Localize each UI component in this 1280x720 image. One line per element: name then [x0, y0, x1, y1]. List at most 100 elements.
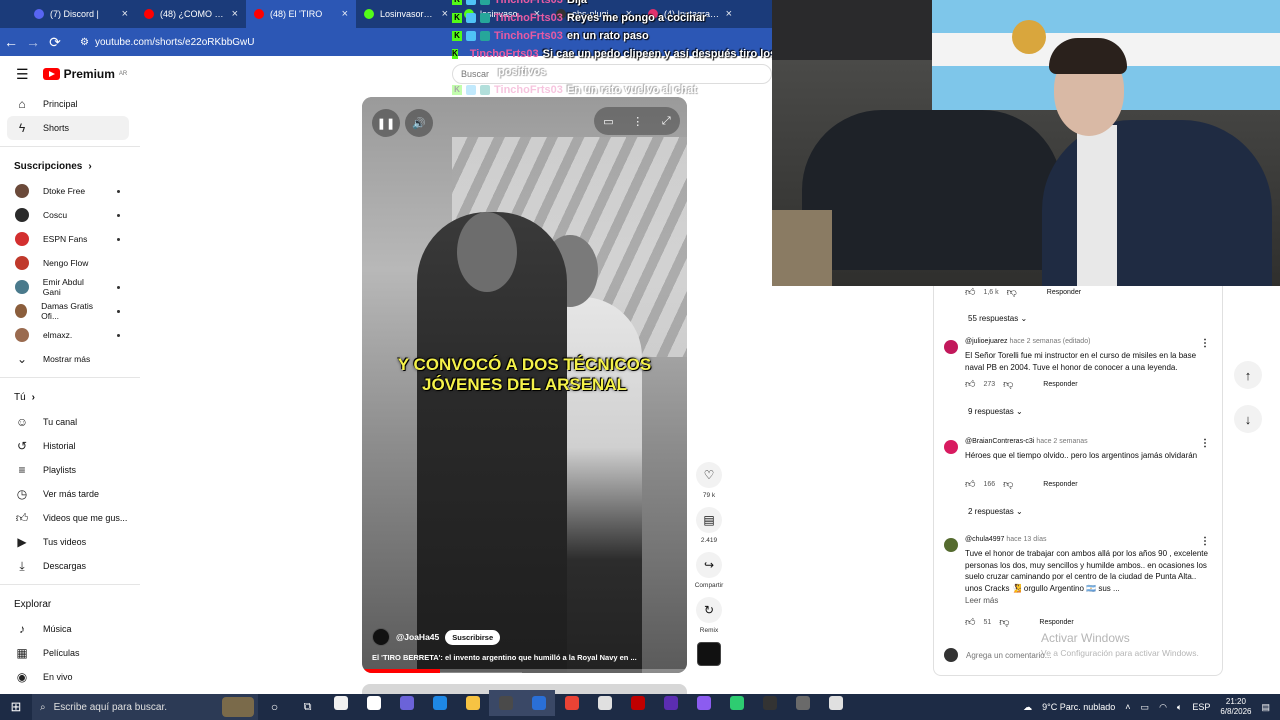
share-icon[interactable]: ↪ — [696, 552, 722, 578]
taskbar-app-icon[interactable] — [687, 690, 720, 716]
pause-button[interactable]: ❚❚ — [372, 109, 400, 137]
youtube-logo[interactable]: Premium AR — [42, 67, 127, 81]
subscription-item[interactable]: Emir Abdul Gani — [0, 275, 140, 299]
sidebar-item-descargas[interactable]: ⤓ Descargas — [0, 554, 132, 578]
comment-avatar[interactable] — [944, 440, 958, 454]
taskbar-search[interactable]: ⌕ Escribe aquí para buscar. — [32, 694, 258, 720]
thumbs-up-icon[interactable]: 👍︎ — [965, 378, 975, 390]
close-tab-icon[interactable]: × — [122, 8, 128, 20]
comment-author[interactable]: @julioejuarez — [965, 338, 1008, 345]
channel-avatar[interactable] — [372, 628, 390, 646]
read-more-link[interactable]: Leer más — [965, 596, 998, 605]
notifications-icon[interactable]: ▤ — [1261, 702, 1270, 713]
subscription-item[interactable]: ESPN Fans — [0, 227, 140, 251]
taskbar-app-icon[interactable] — [522, 690, 555, 716]
browser-tab[interactable]: Losinvasores Stre × — [356, 0, 456, 28]
chevron-up-icon[interactable]: ˄ — [1125, 702, 1130, 712]
network-icon[interactable]: ▭ — [1141, 702, 1150, 713]
sidebar-item-playlists[interactable]: ≡ Playlists — [0, 458, 132, 482]
remix-action[interactable]: ↻ Remix — [692, 597, 726, 634]
subscribe-button[interactable]: Suscribirse — [445, 629, 501, 645]
windows-start-icon[interactable]: ⊞ — [0, 699, 32, 715]
subscription-item[interactable]: Dtoke Free — [0, 179, 140, 203]
reply-button[interactable]: Responder — [1043, 481, 1077, 488]
clock[interactable]: 21:20 6/8/2026 — [1220, 697, 1251, 717]
reply-button[interactable]: Responder — [1043, 381, 1077, 388]
you-heading[interactable]: Tú › — [0, 384, 140, 410]
comment-action[interactable]: ▤ 2.419 — [692, 507, 726, 544]
sound-avatar[interactable] — [697, 642, 721, 666]
replies-toggle[interactable]: 9 respuestas ⌄ — [968, 407, 1023, 416]
arrow-down-icon[interactable]: ↓ — [1234, 405, 1262, 433]
sidebar-item-m-sica[interactable]: ♪ Música — [0, 617, 132, 641]
subscription-item[interactable]: Nengo Flow — [0, 251, 140, 275]
subscription-item[interactable]: Damas Gratis Ofi... — [0, 299, 140, 323]
close-tab-icon[interactable]: × — [232, 8, 238, 20]
taskbar-app-icon[interactable] — [357, 690, 390, 716]
taskbar-app-icon[interactable] — [423, 690, 456, 716]
reply-button[interactable]: Responder — [1047, 289, 1081, 296]
back-icon[interactable]: ← — [0, 34, 22, 50]
taskbar-app-icon[interactable] — [621, 690, 654, 716]
wifi-icon[interactable]: ◠ — [1159, 702, 1167, 713]
volume-icon[interactable]: 🔈︎ — [1177, 702, 1182, 713]
sidebar-item-principal[interactable]: ⌂ Principal — [0, 92, 132, 116]
thumbs-down-icon[interactable]: 👎︎ — [999, 616, 1009, 628]
thumbs-down-icon[interactable]: 👎︎ — [1003, 478, 1013, 490]
taskbar-app-icon[interactable] — [654, 690, 687, 716]
menu-icon[interactable]: ☰ — [16, 66, 29, 83]
url-field[interactable]: ⚙ youtube.com/shorts/e22oRKbbGwU — [80, 37, 255, 48]
sidebar-item-tus-videos[interactable]: ▶ Tus videos — [0, 530, 132, 554]
taskbar-app-icon[interactable] — [786, 690, 819, 716]
thumbs-up-icon[interactable]: 👍︎ — [965, 616, 975, 628]
replies-toggle[interactable]: 2 respuestas ⌄ — [968, 507, 1023, 516]
video-title[interactable]: El 'TIRO BERRETA': el invento argentino … — [372, 653, 672, 662]
arrow-up-icon[interactable]: ↑ — [1234, 361, 1262, 389]
captions-icon[interactable]: ▭ — [603, 115, 613, 128]
subscription-item[interactable]: elmaxz. — [0, 323, 140, 347]
forward-icon[interactable]: → — [22, 34, 44, 50]
subscriptions-heading[interactable]: Suscripciones › — [0, 153, 140, 179]
comment-author[interactable]: @chula4997 — [965, 536, 1004, 543]
heart-icon[interactable]: ♡ — [696, 462, 722, 488]
thumbs-up-icon[interactable]: 👍︎ — [965, 286, 975, 298]
add-comment-input[interactable]: Agrega un comentario... — [966, 651, 1051, 660]
cortana-icon[interactable]: ○ — [258, 694, 291, 720]
comment-author[interactable]: @BraianContreras-c3i — [965, 438, 1034, 445]
share-action[interactable]: ↪ Compartir — [692, 552, 726, 589]
sidebar-item-tu-canal[interactable]: ☺ Tu canal — [0, 410, 132, 434]
taskbar-app-icon[interactable] — [819, 690, 852, 716]
browser-tab[interactable]: (7) Discord | × — [26, 0, 136, 28]
sidebar-item-historial[interactable]: ↺ Historial — [0, 434, 132, 458]
more-options-icon[interactable]: ⋮ — [1200, 438, 1210, 449]
comment-icon[interactable]: ▤ — [696, 507, 722, 533]
sidebar-item-videos-que-me-gus-[interactable]: 👍︎ Videos que me gus... — [0, 506, 132, 530]
taskbar-app-icon[interactable] — [324, 690, 357, 716]
comment-avatar[interactable] — [944, 340, 958, 354]
comment-avatar[interactable] — [944, 538, 958, 552]
taskbar-app-icon[interactable] — [753, 690, 786, 716]
sidebar-item-pel-culas[interactable]: ▦ Películas — [0, 641, 132, 665]
reload-icon[interactable]: ⟳ — [44, 34, 66, 51]
sidebar-item-shorts[interactable]: ϟ Shorts — [7, 116, 129, 140]
thumbs-down-icon[interactable]: 👎︎ — [1003, 378, 1013, 390]
sidebar-item-en-vivo[interactable]: ◉ En vivo — [0, 665, 132, 689]
remix-icon[interactable]: ↻ — [696, 597, 722, 623]
taskbar-app-icon[interactable] — [555, 690, 588, 716]
like-action[interactable]: ♡ 79 k — [692, 462, 726, 499]
add-comment[interactable]: Agrega un comentario... — [944, 648, 1051, 662]
more-options-icon[interactable]: ⋮ — [1200, 338, 1210, 349]
taskbar-search-input[interactable]: Escribe aquí para buscar. — [54, 702, 167, 713]
site-info-icon[interactable]: ⚙ — [80, 37, 89, 48]
reply-button[interactable]: Responder — [1039, 619, 1073, 626]
subscription-item[interactable]: Coscu — [0, 203, 140, 227]
show-more-button[interactable]: ⌄ Mostrar más — [0, 347, 140, 371]
taskbar-app-icon[interactable] — [720, 690, 753, 716]
shorts-video-player[interactable]: ❚❚ 🔊 ▭ ⋮ ⤢ Y CONVOCÓ A DOS TÉCNICOS JÓVE… — [362, 97, 687, 673]
weather-label[interactable]: 9°C Parc. nublado — [1042, 702, 1115, 712]
thumbs-down-icon[interactable]: 👎︎ — [1007, 286, 1017, 298]
taskbar-app-icon[interactable] — [588, 690, 621, 716]
channel-name[interactable]: @JoaHa45 — [396, 632, 439, 642]
fullscreen-icon[interactable]: ⤢ — [662, 115, 671, 128]
task-view-icon[interactable]: ⧉ — [291, 694, 324, 720]
